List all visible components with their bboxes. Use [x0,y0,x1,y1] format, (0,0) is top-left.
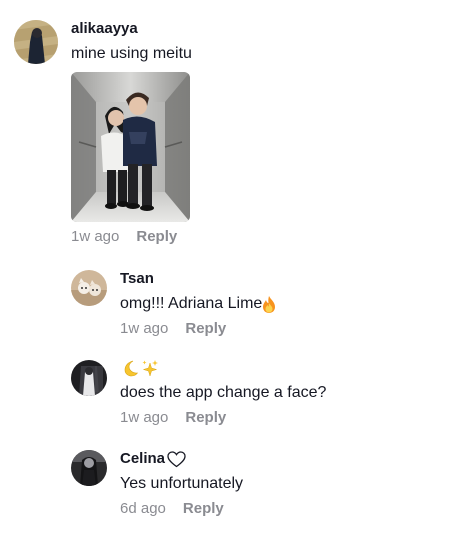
reply-text-content: omg!!! Adriana Lime [120,295,263,312]
reply-username-text: Celina [120,450,166,467]
reply-time: 6d ago [120,500,166,517]
user-avatar[interactable] [71,360,107,396]
reply-item: Celina Yes unfortunately 6d ago Reply [71,450,243,518]
white-heart-emoji [167,450,186,468]
reply-meta: 1w ago Reply [120,320,276,338]
fire-emoji [262,295,276,313]
sparkles-emoji [141,360,159,377]
comment-meta: 1w ago Reply [71,228,192,246]
reply-item: Tsan omg!!! Adriana Lime 1w ago Reply [71,270,276,338]
comment-item: alikaayya mine using meitu 1w ago Reply [14,20,192,246]
reply-meta: 1w ago Reply [120,409,326,427]
reply-time: 1w ago [120,409,169,426]
comment-username[interactable]: alikaayya [71,20,192,38]
reply-username[interactable]: Tsan [120,270,276,288]
comment-time: 1w ago [71,228,120,245]
crescent-moon-emoji [122,360,139,377]
reply-button[interactable]: Reply [136,228,177,246]
user-avatar[interactable] [71,270,107,306]
user-avatar[interactable] [71,450,107,486]
reply-meta: 6d ago Reply [120,500,243,518]
reply-text: omg!!! Adriana Lime [120,294,276,314]
reply-time: 1w ago [120,320,169,337]
reply-text: Yes unfortunately [120,475,244,492]
comment-text: mine using meitu [71,45,192,62]
reply-username[interactable]: Celina [120,450,243,468]
reply-button[interactable]: Reply [185,409,226,427]
user-avatar[interactable] [14,20,58,64]
reply-text: does the app change a face? [120,384,327,401]
reply-username[interactable] [120,360,326,377]
reply-item: does the app change a face? 1w ago Reply [71,360,326,427]
reply-button[interactable]: Reply [185,320,226,338]
reply-button[interactable]: Reply [183,500,224,518]
comment-photo[interactable] [71,72,190,222]
